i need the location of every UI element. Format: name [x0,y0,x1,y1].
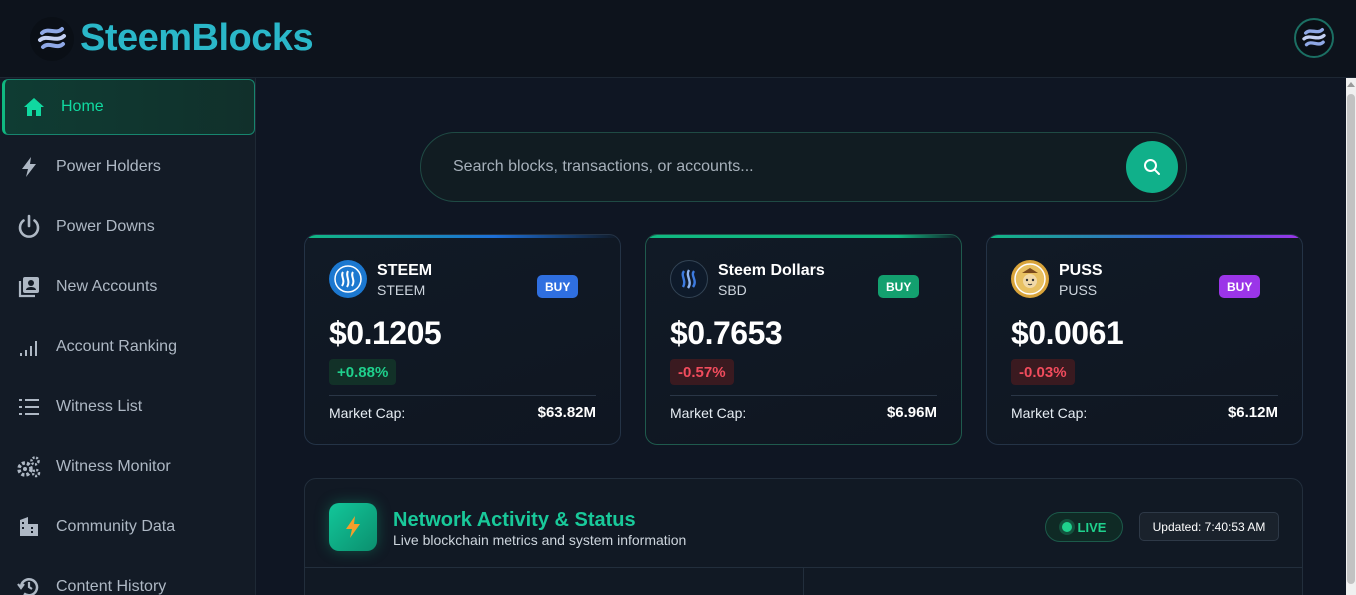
lightning-icon [15,153,43,181]
live-dot-icon [1061,522,1072,532]
card-accent-line [646,235,961,238]
divider [670,395,937,396]
sidebar-item-label: Account Ranking [56,338,177,355]
lightning-icon [329,503,377,551]
steem-coin-icon [329,260,367,298]
sidebar-item-label: New Accounts [56,278,158,295]
sidebar-item-witness-list[interactable]: Witness List [0,378,255,436]
column-divider [803,568,804,595]
signal-bars-icon [15,333,43,361]
coin-symbol: SBD [718,282,747,298]
home-icon [20,93,48,121]
sidebar-item-label: Content History [56,578,167,595]
card-accent-line [987,235,1302,238]
coin-name: Steem Dollars [718,262,825,279]
top-bar: SteemBlocks [0,0,1356,78]
live-label: LIVE [1077,519,1107,535]
price-card-steem[interactable]: STEEM STEEM BUY $0.1205 +0.88% Market Ca… [304,234,621,445]
updated-timestamp: Updated: 7:40:53 AM [1139,512,1279,541]
sidebar-item-power-holders[interactable]: Power Holders [0,138,255,196]
price-change-badge: -0.03% [1011,359,1075,385]
coin-price: $0.7653 [670,315,783,351]
buy-button[interactable]: BUY [878,275,920,298]
puss-coin-icon [1011,260,1049,298]
price-change-badge: -0.57% [670,359,734,385]
sidebar-item-new-accounts[interactable]: New Accounts [0,258,255,316]
steem-logo-icon [1302,28,1326,47]
price-card-puss[interactable]: PUSS PUSS BUY $0.0061 -0.03% Market Cap:… [986,234,1303,445]
list-icon [15,393,43,421]
market-cap-label: Market Cap: [670,405,747,421]
sbd-coin-icon [670,260,708,298]
coin-symbol: PUSS [1059,282,1098,298]
sidebar-item-label: Witness Monitor [56,458,171,475]
coin-name: PUSS [1059,262,1103,279]
user-avatar[interactable] [1294,18,1334,58]
market-cap-label: Market Cap: [329,405,406,421]
account-box-icon [15,273,43,301]
search-input[interactable] [453,158,1093,176]
history-icon [15,573,43,595]
divider [329,395,596,396]
sidebar-item-home[interactable]: Home [2,79,255,135]
search-button[interactable] [1126,141,1178,193]
brand[interactable]: SteemBlocks [30,16,314,61]
sidebar-item-community-data[interactable]: Community Data [0,498,255,556]
coin-symbol: STEEM [377,282,426,298]
price-card-sbd[interactable]: Steem Dollars SBD BUY $0.7653 -0.57% Mar… [645,234,962,445]
search-icon [1144,159,1160,175]
coin-name: STEEM [377,262,433,279]
power-icon [15,213,43,241]
panel-subtitle: Live blockchain metrics and system infor… [393,532,687,548]
market-cap-value: $6.96M [886,404,937,421]
market-cap-value: $6.12M [1227,404,1278,421]
network-activity-panel: Network Activity & Status Live blockchai… [304,478,1303,595]
building-icon [15,513,43,541]
sidebar: Home Power Holders Power Downs New Accou… [0,78,256,595]
panel-title: Network Activity & Status [393,509,636,531]
sidebar-item-power-downs[interactable]: Power Downs [0,198,255,256]
scrollbar-thumb[interactable] [1347,94,1355,584]
sidebar-item-content-history[interactable]: Content History [0,558,255,595]
gears-icon [15,453,43,481]
sidebar-item-witness-monitor[interactable]: Witness Monitor [0,438,255,496]
search-bar [420,132,1187,202]
buy-button[interactable]: BUY [1219,275,1261,298]
steem-logo-icon [30,16,74,61]
scroll-up-arrow-icon[interactable] [1347,82,1355,87]
divider [1011,395,1278,396]
market-cap-value: $63.82M [537,404,596,421]
coin-price: $0.1205 [329,315,442,351]
live-status-badge: LIVE [1045,512,1123,542]
sidebar-item-account-ranking[interactable]: Account Ranking [0,318,255,376]
sidebar-item-label: Home [61,98,104,115]
card-accent-line [305,235,620,238]
sidebar-item-label: Witness List [56,398,143,415]
sidebar-item-label: Power Downs [56,218,155,235]
coin-price: $0.0061 [1011,315,1124,351]
sidebar-item-label: Community Data [56,518,176,535]
brand-name: SteemBlocks [80,17,314,59]
sidebar-item-label: Power Holders [56,158,161,175]
price-change-badge: +0.88% [329,359,397,385]
market-cap-label: Market Cap: [1011,405,1088,421]
buy-button[interactable]: BUY [537,275,579,298]
